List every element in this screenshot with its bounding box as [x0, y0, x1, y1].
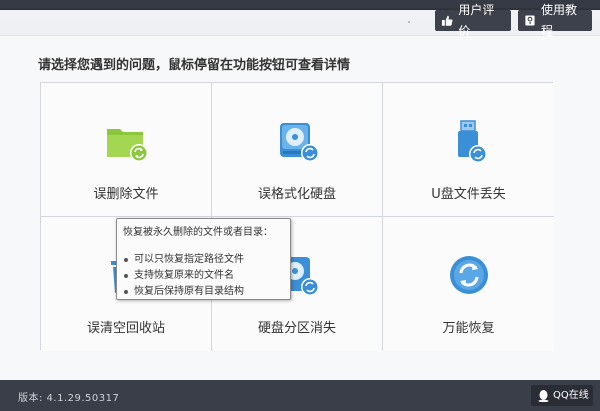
- user-review-button[interactable]: 用户评价: [435, 3, 511, 38]
- option-universal-recover[interactable]: 万能恢复: [383, 217, 554, 351]
- tooltip-list: 可以只恢复指定路径文件 支持恢复原来的文件名 恢复后保持原有目录结构: [123, 252, 284, 300]
- option-label: 误清空回收站: [86, 321, 165, 336]
- option-label: 误格式化硬盘: [257, 187, 336, 202]
- option-label: 误删除文件: [93, 187, 159, 202]
- option-label: 万能恢复: [442, 321, 495, 336]
- qq-penguin-icon: [538, 390, 549, 402]
- page-title: 请选择您遇到的问题，鼠标停留在功能按钮可查看详情: [38, 58, 351, 73]
- tooltip-title: 恢复被永久删除的文件或者目录：: [123, 227, 273, 238]
- option-label: U盘文件丢失: [431, 187, 506, 202]
- tutorial-icon: [525, 15, 535, 26]
- usb-recover-icon: [457, 120, 487, 163]
- option-tooltip: 恢复被永久删除的文件或者目录： 可以只恢复指定路径文件 支持恢复原来的文件名 恢…: [116, 218, 291, 300]
- status-bar: 版本: 4.1.29.50317 QQ在线: [0, 380, 600, 411]
- tutorial-button[interactable]: 使用教程: [518, 3, 592, 38]
- top-bar: 用户评价 使用教程: [0, 0, 600, 38]
- disk-format-recover-icon: [280, 123, 319, 162]
- tooltip-item: 支持恢复原来的文件名: [123, 268, 284, 284]
- tooltip-item: 恢复后保持原有目录结构: [123, 284, 284, 300]
- qq-online-label: QQ在线: [553, 390, 589, 401]
- universal-recover-icon: [449, 256, 488, 294]
- recovery-options-grid: 误删除文件 误格式化硬盘 U盘文件丢失 误清空回收站 硬盘分区消失 万能恢复: [40, 82, 554, 351]
- decorative-dot: [408, 21, 410, 23]
- option-usb-lost[interactable]: U盘文件丢失: [383, 83, 554, 217]
- thumbs-up-icon: [441, 15, 453, 26]
- option-label: 硬盘分区消失: [257, 321, 336, 336]
- qq-online-button[interactable]: QQ在线: [531, 385, 593, 406]
- option-deleted-files[interactable]: 误删除文件: [41, 83, 212, 217]
- option-formatted-disk[interactable]: 误格式化硬盘: [212, 83, 383, 217]
- window-title-strip: [0, 0, 600, 8]
- version-label: 版本: 4.1.29.50317: [18, 393, 120, 404]
- tooltip-item: 可以只恢复指定路径文件: [123, 252, 284, 268]
- main-panel: 请选择您遇到的问题，鼠标停留在功能按钮可查看详情 误删除文件 误格式化硬盘 U盘…: [0, 36, 600, 380]
- folder-recover-icon: [107, 129, 148, 162]
